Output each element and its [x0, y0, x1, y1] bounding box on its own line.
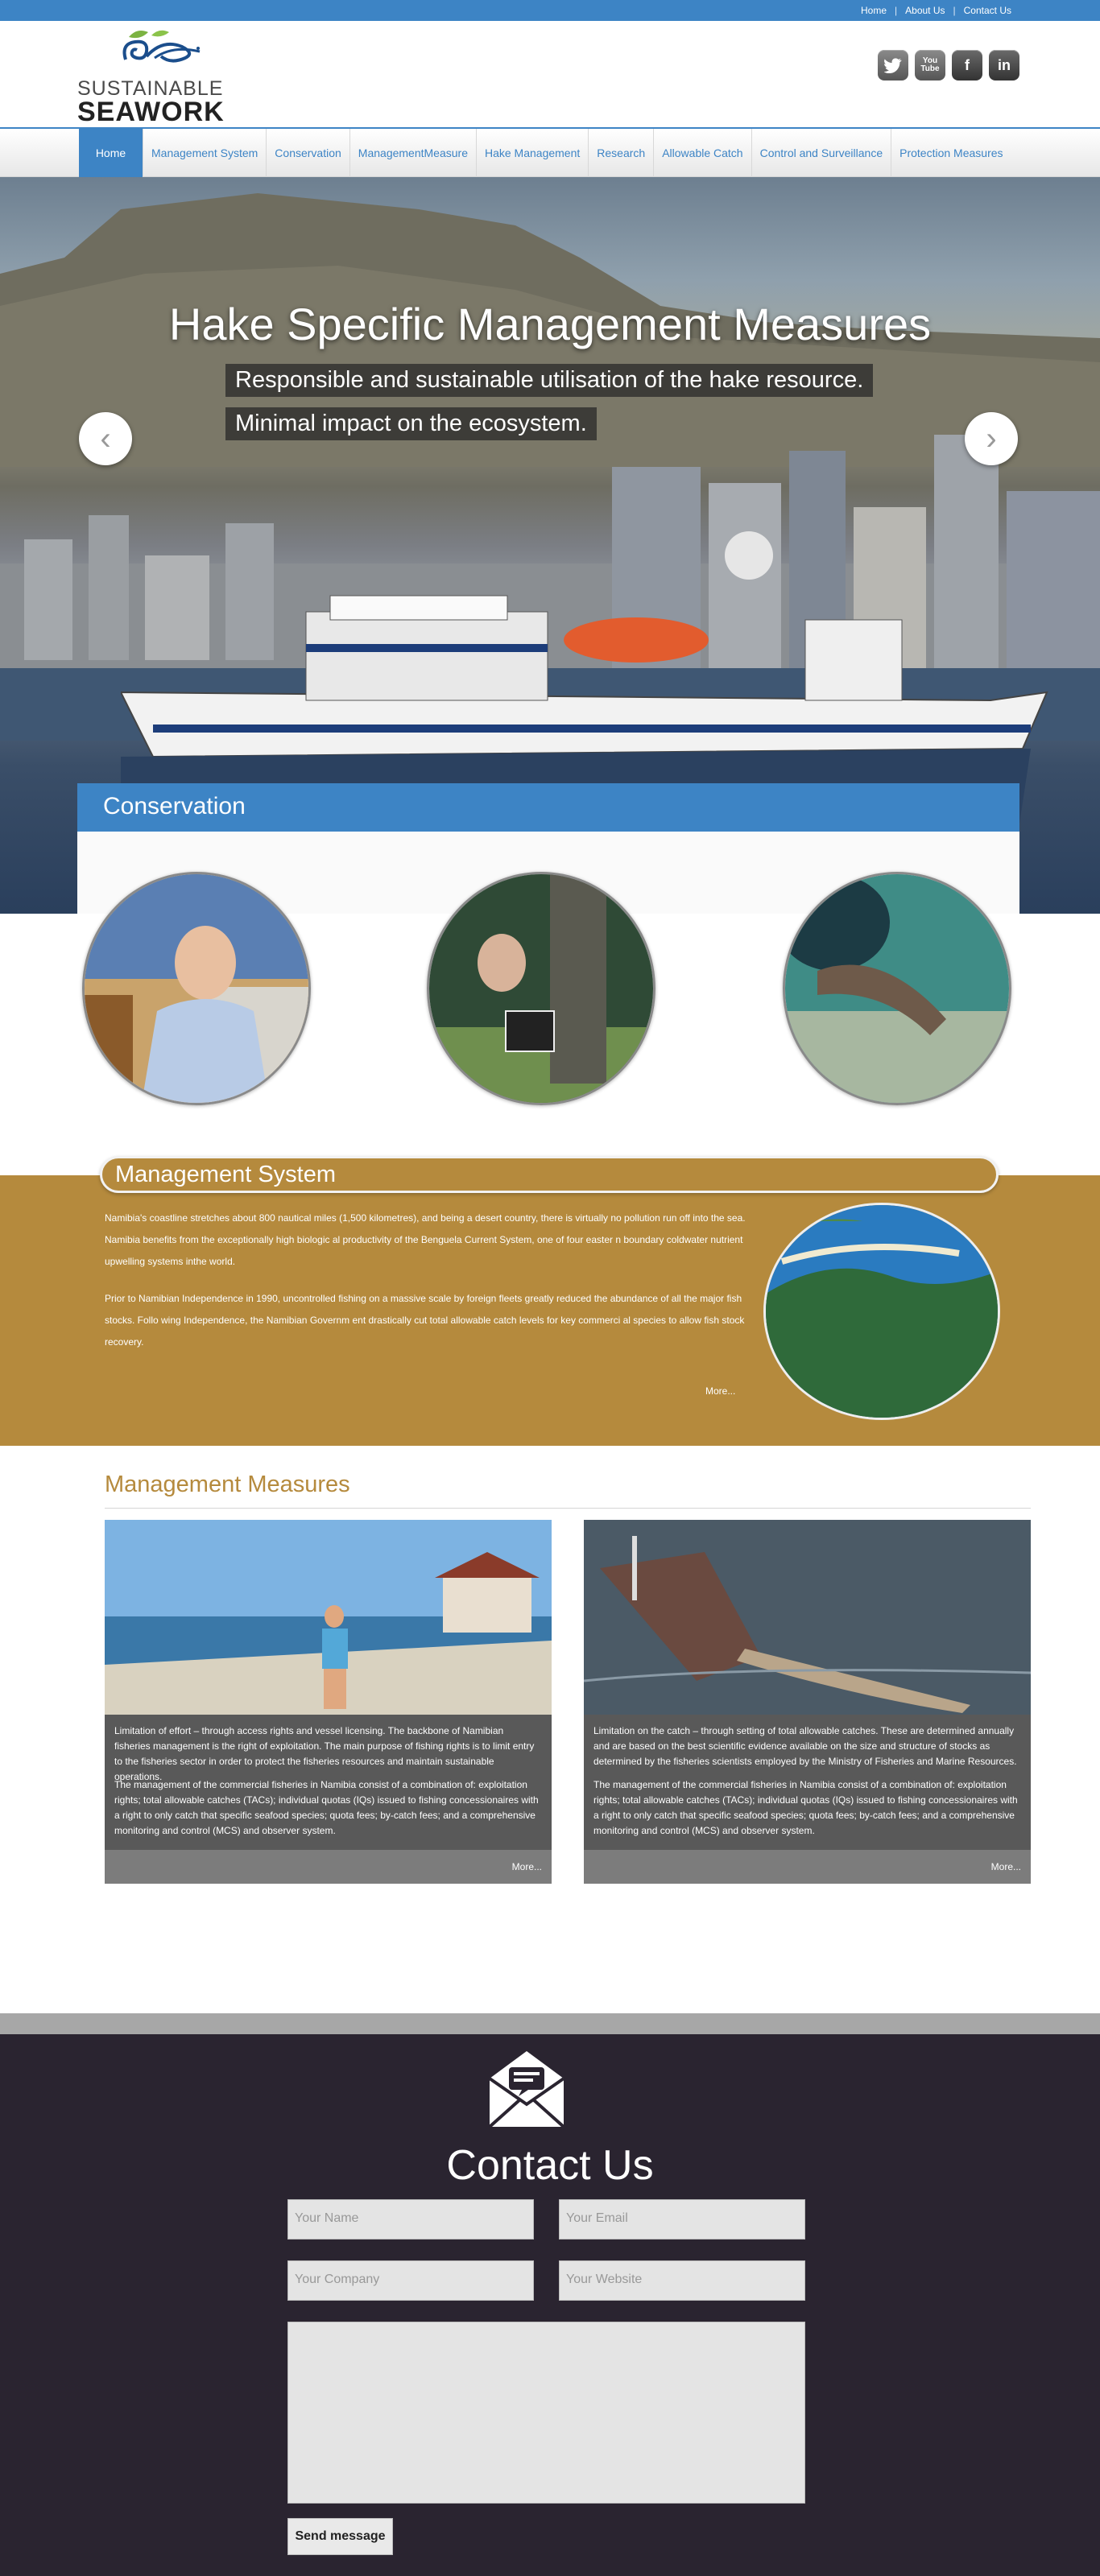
hero-subtitle-1: Responsible and sustainable utilisation …: [225, 364, 874, 397]
measure-card-effort-text-2: The management of the commercial fisheri…: [114, 1779, 539, 1836]
logo-icon: [122, 30, 201, 63]
website-field[interactable]: Your Website: [559, 2260, 805, 2301]
top-links: Home | About Us | Contact Us: [853, 5, 1019, 16]
facebook-glyph: f: [965, 56, 970, 73]
management-system-paragraph-2: Prior to Namibian Independence in 1990, …: [105, 1293, 745, 1348]
nav-item-conservation[interactable]: Conservation: [267, 129, 350, 177]
nav-item-management-measure[interactable]: ManagementMeasure: [350, 129, 477, 177]
underwater-photo-image: [785, 874, 1009, 1103]
management-system-photo[interactable]: [763, 1203, 1000, 1420]
measure-card-catch: Limitation on the catch – through settin…: [584, 1520, 1031, 1884]
hero-subtitle-2: Minimal impact on the ecosystem.: [225, 407, 597, 440]
header: SUSTAINABLE SEAWORK You Tube f in: [0, 21, 1100, 127]
beach-photo-image: [105, 1520, 552, 1715]
measure-card-catch-text-1: Limitation on the catch – through settin…: [593, 1725, 1017, 1767]
conservation-title: Conservation: [103, 793, 246, 819]
top-link-contact[interactable]: Contact Us: [956, 5, 1019, 16]
measure-card-effort: Limitation of effort – through access ri…: [105, 1520, 552, 1884]
measure-card-catch-footer: More...: [584, 1850, 1031, 1884]
measure-card-effort-footer: More...: [105, 1850, 552, 1884]
linkedin-icon[interactable]: in: [989, 50, 1019, 80]
company-field[interactable]: Your Company: [287, 2260, 534, 2301]
nav-item-allowable-catch[interactable]: Allowable Catch: [654, 129, 752, 177]
envelope-icon: [488, 2051, 565, 2128]
trawler-photo: [584, 1520, 1031, 1715]
conservation-photo-underwater[interactable]: [783, 872, 1011, 1105]
hero-title: Hake Specific Management Measures: [168, 299, 932, 349]
diver-photo-image: [429, 874, 653, 1103]
nav-item-protection-measures[interactable]: Protection Measures: [891, 129, 1011, 177]
nav-item-research[interactable]: Research: [589, 129, 655, 177]
office-photo-image: [85, 874, 308, 1103]
management-system-paragraph-1: Namibia's coastline stretches about 800 …: [105, 1212, 746, 1267]
top-link-home[interactable]: Home: [853, 5, 895, 16]
email-field[interactable]: Your Email: [559, 2199, 805, 2240]
slider-next-button[interactable]: ›: [965, 412, 1018, 465]
top-bar: Home | About Us | Contact Us: [0, 0, 1100, 21]
nav-item-home[interactable]: Home: [79, 129, 143, 177]
nav-item-control-surveillance[interactable]: Control and Surveillance: [752, 129, 892, 177]
measure-card-catch-text-2: The management of the commercial fisheri…: [593, 1779, 1018, 1836]
divider: [105, 1508, 1031, 1509]
main-nav: Home Management System Conservation Mana…: [0, 127, 1100, 177]
youtube-label: You Tube: [920, 56, 940, 73]
measure-card-effort-more-link[interactable]: More...: [512, 1861, 542, 1872]
linkedin-glyph: in: [998, 56, 1011, 73]
conservation-photo-diver[interactable]: [427, 872, 655, 1105]
send-message-button[interactable]: Send message: [287, 2518, 393, 2555]
youtube-icon[interactable]: You Tube: [915, 50, 945, 80]
trawler-photo-image: [584, 1520, 1031, 1715]
logo[interactable]: SUSTAINABLE SEAWORK: [77, 27, 230, 127]
management-system-title: Management System: [115, 1162, 337, 1187]
logo-text-bottom: SEAWORK: [77, 97, 225, 127]
nav-item-management-system[interactable]: Management System: [143, 129, 267, 177]
twitter-icon[interactable]: [878, 50, 908, 80]
top-link-about[interactable]: About Us: [897, 5, 953, 16]
social-links: You Tube f in: [878, 50, 1019, 80]
beach-photo: [105, 1520, 552, 1715]
conservation-photo-office[interactable]: [82, 872, 311, 1105]
footer-divider-band: [0, 2013, 1100, 2034]
measure-card-catch-more-link[interactable]: More...: [991, 1861, 1021, 1872]
chevron-left-icon: ‹: [100, 420, 111, 456]
chevron-right-icon: ›: [986, 420, 997, 456]
management-measures-title: Management Measures: [105, 1472, 350, 1497]
slider-prev-button[interactable]: ‹: [79, 412, 132, 465]
facebook-icon[interactable]: f: [952, 50, 982, 80]
nav-item-hake-management[interactable]: Hake Management: [477, 129, 589, 177]
name-field[interactable]: Your Name: [287, 2199, 534, 2240]
management-system-title-bar: Management System: [100, 1156, 999, 1193]
measure-card-effort-text-1: Limitation of effort – through access ri…: [114, 1725, 535, 1782]
coastline-photo-image: [766, 1205, 998, 1418]
conservation-title-bar: Conservation: [77, 783, 1019, 836]
management-system-more-link[interactable]: More...: [705, 1385, 735, 1397]
contact-title: Contact Us: [446, 2142, 654, 2189]
message-textarea[interactable]: [287, 2322, 805, 2504]
